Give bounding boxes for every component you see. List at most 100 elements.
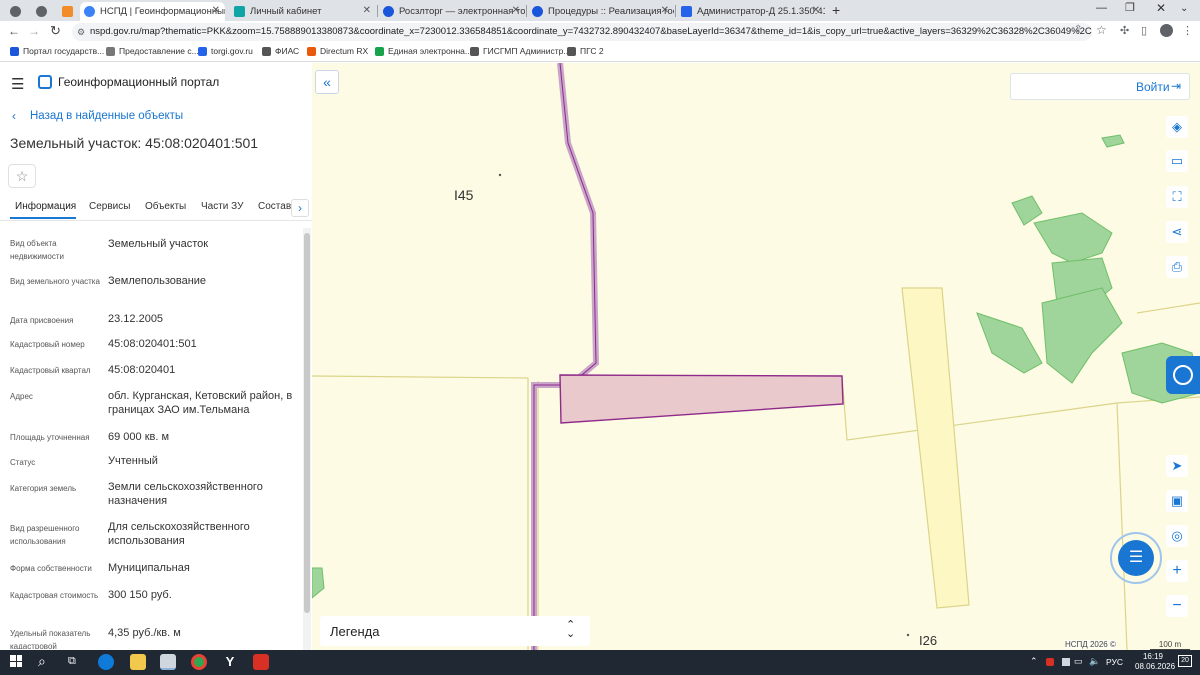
tab-composition[interactable]: Состав — [258, 201, 291, 212]
close-tab-icon[interactable]: ✕ — [661, 5, 669, 16]
map-canvas[interactable]: I45 I26 « Войти ⇥ Легенда ⌃ ⌄ НСПД 2026 ©… — [312, 63, 1200, 650]
close-window-icon[interactable]: ✕ — [1156, 1, 1166, 15]
print-icon[interactable]: ⎙ — [1166, 256, 1188, 278]
field-label: Адрес — [10, 392, 33, 401]
clock[interactable]: 16:19 08.06.2026 — [1135, 652, 1176, 672]
sidepanel-icon[interactable]: ▯ — [1141, 24, 1147, 37]
extensions-icon[interactable]: ✣ — [1120, 24, 1129, 37]
back-icon[interactable]: ← — [8, 24, 20, 38]
basemap-icon[interactable]: ▣ — [1166, 490, 1188, 512]
chat-icon[interactable]: ☰ — [1118, 540, 1154, 576]
site-info-icon[interactable]: ⚙ — [77, 23, 85, 41]
field-value: Земли сельскохозяйственного назначения — [108, 481, 263, 507]
close-tab-icon[interactable]: ✕ — [512, 5, 520, 16]
tab-favicon — [10, 6, 21, 17]
hamburger-menu-icon[interactable]: ☰ — [11, 75, 24, 93]
tray-chevron-icon[interactable]: ⌃ — [1030, 656, 1038, 667]
zoom-out-button[interactable]: − — [1166, 595, 1188, 617]
minimize-icon[interactable]: — — [1096, 2, 1107, 14]
page-title: Земельный участок: 45:08:020401:501 — [10, 135, 259, 151]
selected-parcel-polygon[interactable] — [559, 374, 844, 424]
favorite-star-icon[interactable]: ☆ — [8, 164, 36, 188]
bookmark-item[interactable]: ГИСГМП Администр... — [470, 46, 570, 56]
bookmark-item[interactable]: Единая электронна... — [375, 46, 472, 56]
login-button[interactable]: Войти ⇥ — [1010, 73, 1190, 100]
side-widget-icon[interactable] — [1166, 356, 1200, 394]
tab-pinned-2[interactable] — [30, 2, 52, 21]
zoom-in-button[interactable]: + — [1166, 560, 1188, 582]
login-icon: ⇥ — [1171, 79, 1182, 93]
tab-pinned-3[interactable] — [56, 2, 78, 21]
field-label: Вид разрешенного использования — [10, 524, 80, 546]
tab-nspd[interactable]: НСПД | Геоинформационный п ✕ — [80, 2, 225, 21]
tab-favicon — [681, 6, 692, 17]
pdf-icon[interactable] — [253, 654, 269, 670]
profile-avatar[interactable] — [1160, 24, 1173, 37]
start-icon[interactable] — [10, 655, 22, 667]
reload-icon[interactable]: ↻ — [50, 23, 61, 39]
tabs-scroll-right-button[interactable]: › — [291, 199, 309, 217]
bookmark-item[interactable]: Портал государств... — [10, 46, 104, 56]
locate-icon[interactable]: ➤ — [1166, 455, 1188, 477]
chevron-left-icon[interactable]: ‹ — [12, 109, 16, 123]
tab-admin[interactable]: Администратор-Д 25.1.350.417 ✕ — [677, 2, 825, 21]
tab-parts[interactable]: Части ЗУ — [201, 201, 243, 212]
forward-icon[interactable]: → — [28, 24, 40, 38]
new-tab-button[interactable]: + — [832, 2, 840, 18]
app-icon[interactable] — [160, 654, 176, 670]
layers-icon[interactable]: ◈ — [1166, 116, 1188, 138]
forest-patch — [1101, 134, 1125, 148]
select-area-icon[interactable]: ⛶ — [1166, 186, 1188, 208]
restore-icon[interactable]: ❐ — [1125, 1, 1135, 14]
field-label: Кадастровый квартал — [10, 366, 91, 375]
bookmark-star-icon[interactable]: ☆ — [1096, 23, 1107, 37]
back-to-results-link[interactable]: Назад в найденные объекты — [30, 110, 183, 122]
map-point — [498, 173, 502, 177]
tab-favicon — [532, 6, 543, 17]
network-icon[interactable]: ▭ — [1074, 656, 1083, 667]
close-tab-icon[interactable]: ✕ — [363, 5, 371, 16]
tab-information[interactable]: Информация — [15, 201, 76, 212]
panel-scrollbar-thumb[interactable] — [304, 233, 310, 613]
edge-icon[interactable] — [98, 654, 114, 670]
close-tab-icon[interactable]: ✕ — [812, 5, 820, 16]
yandex-icon[interactable]: Y — [222, 654, 238, 670]
tab-lk[interactable]: Личный кабинет ✕ — [230, 2, 376, 21]
forest-patch — [976, 312, 1043, 374]
volume-icon[interactable]: 🔈 — [1089, 656, 1100, 667]
url-input[interactable]: ⚙ nspd.gov.ru/map?thematic=PKK&zoom=15.7… — [72, 23, 1092, 41]
tab-objects[interactable]: Объекты — [145, 201, 186, 212]
bookmark-item[interactable]: Directum RX — [307, 46, 368, 56]
tray-app-icon[interactable] — [1062, 658, 1070, 666]
bookmark-item[interactable]: ФИАС — [262, 46, 299, 56]
bookmark-item[interactable]: ПГС 2 — [567, 46, 604, 56]
file-explorer-icon[interactable] — [130, 654, 146, 670]
clock-date: 08.06.2026 — [1135, 662, 1176, 671]
tray-app-icon[interactable] — [1046, 658, 1054, 666]
tab-torg[interactable]: Росзлторг — электронная торг ✕ — [379, 2, 525, 21]
bookmark-item[interactable]: Предоставление с... — [106, 46, 199, 56]
legend-bar[interactable]: Легенда ⌃ ⌄ — [320, 616, 590, 646]
close-tab-icon[interactable]: ✕ — [212, 5, 220, 16]
road-line — [531, 63, 600, 650]
bookmark-item[interactable]: torgi.gov.ru — [198, 46, 253, 56]
expand-toggle-icon[interactable]: ⌃ ⌄ — [566, 620, 575, 640]
language-indicator[interactable]: РУС — [1106, 657, 1123, 667]
tab-procedures[interactable]: Процедуры :: Реализация госи ✕ — [528, 2, 674, 21]
share-icon[interactable]: ⋖ — [1166, 221, 1188, 243]
task-view-icon[interactable]: ⧉ — [68, 655, 76, 668]
menu-dots-icon[interactable]: ⋮ — [1182, 24, 1193, 37]
chrome-icon[interactable] — [191, 654, 207, 670]
notification-badge[interactable]: 20 — [1178, 655, 1192, 667]
field-label: Кадастровая стоимость — [10, 591, 99, 600]
ruler-icon[interactable]: ▭ — [1166, 150, 1188, 172]
share-icon[interactable]: ⇪ — [1074, 24, 1082, 35]
tab-pinned-1[interactable] — [4, 2, 26, 21]
chevron-down-icon[interactable]: ⌄ — [1180, 3, 1188, 14]
bookmark-icon — [10, 47, 19, 56]
tab-services[interactable]: Сервисы — [89, 201, 130, 212]
forest-patch — [1041, 287, 1123, 384]
collapse-panel-button[interactable]: « — [315, 70, 339, 94]
search-icon[interactable]: ⌕ — [38, 653, 46, 670]
geolocation-icon[interactable]: ◎ — [1166, 525, 1188, 547]
